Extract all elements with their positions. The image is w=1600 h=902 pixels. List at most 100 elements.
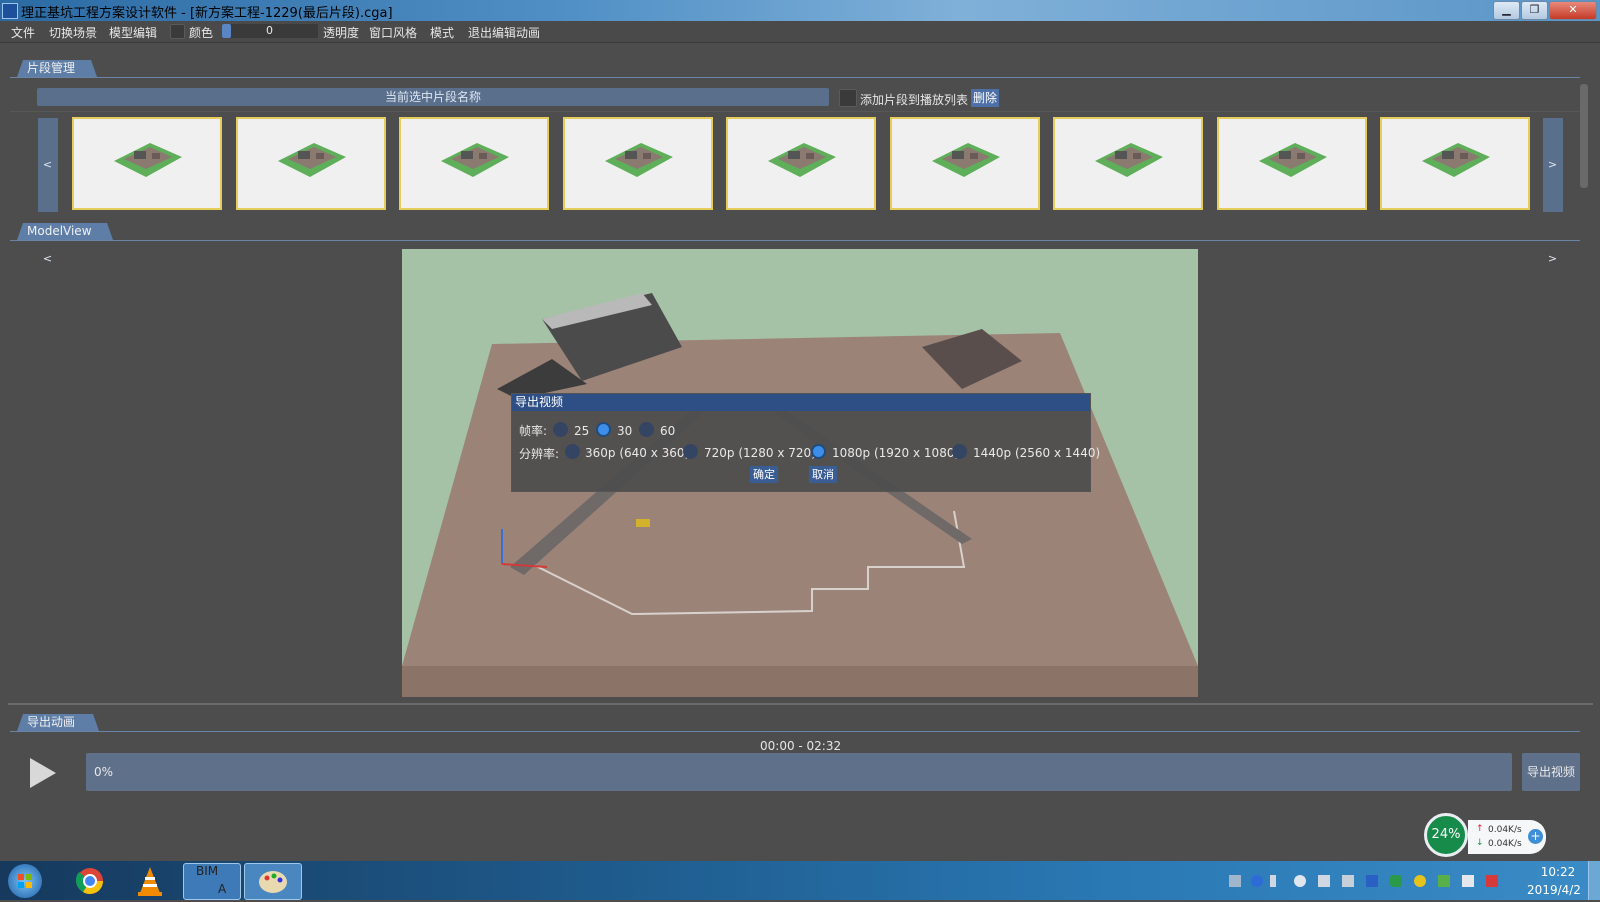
menu-bar: 文件 切换场景 模型编辑 颜色 0 透明度 窗口风格 模式 退出编辑动画 [0,21,1600,43]
volume-muted-icon[interactable] [1342,875,1354,887]
network-monitor-widget[interactable]: ↑ 0.04K/s ↓ 0.04K/s + 24% [1424,813,1546,859]
clip-thumbnail[interactable] [562,117,713,210]
clip-thumbnail[interactable] [399,117,549,210]
title-bar: 理正基坑工程方案设计软件 - [新方案工程-1229(最后片段).cga] ▁ … [0,0,1600,21]
taskbar: BIM A 10:22 2019/4/2 [0,861,1600,900]
flag-alert-icon[interactable] [1486,875,1498,887]
menu-model-edit[interactable]: 模型编辑 [109,24,157,41]
divider [10,240,1580,241]
clip-thumbnail[interactable] [1053,117,1203,210]
bim-app-taskbar-button[interactable]: BIM A [183,863,241,900]
download-speed: 0.04K/s [1488,839,1522,849]
clip-preview-icon [441,143,509,177]
tab-clip-manager[interactable]: 片段管理 [17,60,97,77]
clip-thumbnail[interactable] [726,117,876,210]
plus-security-icon[interactable] [1414,875,1426,887]
transparency-slider[interactable]: 0 [222,24,318,38]
slider-handle[interactable] [222,24,231,38]
clip-thumbnail[interactable] [889,117,1040,210]
time-range: 00:00 - 02:32 [760,739,842,753]
clip-thumbnail[interactable] [1216,117,1367,210]
add-to-playlist-label: 添加片段到播放列表 [860,93,969,107]
help-icon[interactable] [1251,875,1263,887]
paint-taskbar-button[interactable] [244,863,302,900]
input-method-icon[interactable] [1366,875,1378,887]
frame-rate-option: 30 [617,424,633,438]
menu-file[interactable]: 文件 [11,24,35,41]
chrome-taskbar-button[interactable] [62,863,118,898]
frame-rate-label: 帧率: [519,424,548,438]
cpu-percent: 24% [1424,813,1468,857]
export-video-button[interactable]: 导出视频 [1522,753,1580,791]
chrome-icon [75,868,104,895]
display-icon[interactable] [1462,875,1474,887]
update-icon[interactable] [1438,875,1450,887]
tab-export-animation[interactable]: 导出动画 [17,714,99,731]
clip-preview-icon [1258,143,1327,177]
upload-speed: 0.04K/s [1488,825,1522,835]
window-title: 理正基坑工程方案设计软件 - [新方案工程-1229(最后片段).cga] [21,6,393,21]
resolution-label: 分辨率: [519,447,560,461]
vlc-taskbar-button[interactable] [122,863,178,898]
menu-switch-scene[interactable]: 切换场景 [49,24,97,41]
keyboard-icon[interactable] [1229,875,1241,887]
resolution-radio-720p[interactable] [683,444,698,459]
divider [10,111,1580,112]
vertical-scrollbar[interactable] [1580,84,1588,188]
tab-model-view[interactable]: ModelView [17,223,113,240]
menu-mode[interactable]: 模式 [430,24,454,41]
dialog-title: 导出视频 [512,394,1090,411]
clip-preview-icon [604,143,673,177]
bim-label: BIM [196,864,219,878]
user-icon[interactable] [1294,875,1306,887]
current-clip-name-field[interactable]: 当前选中片段名称 [37,88,829,106]
play-button[interactable] [28,756,58,793]
resolution-option: 1080p (1920 x 1080) [832,446,960,460]
dialog-cancel-button[interactable]: 取消 [809,466,837,483]
minimize-button[interactable]: ▁ [1493,1,1520,20]
windows-logo-icon [18,874,32,888]
delete-clip-button[interactable]: 删除 [971,89,999,107]
clip-preview-icon [1095,143,1163,177]
export-progress-bar: 0% [86,753,1512,791]
tray-arrow-icon[interactable] [1270,875,1276,887]
clip-preview-icon [277,143,346,177]
network-icon[interactable] [1318,875,1330,887]
clip-thumbnail[interactable] [1380,117,1530,210]
clip-thumbnail[interactable] [72,117,222,210]
next-clips-button[interactable]: > > [1543,118,1563,265]
resolution-option: 360p (640 x 360) [585,446,690,460]
color-checkbox[interactable] [170,24,185,39]
resolution-option: 720p (1280 x 720) [704,446,816,460]
add-to-playlist-checkbox[interactable] [839,89,857,107]
clip-preview-icon [1422,143,1490,177]
frame-rate-radio-25[interactable] [553,422,568,437]
plus-icon[interactable]: + [1528,829,1543,844]
menu-window-style[interactable]: 窗口风格 [369,24,417,41]
resolution-radio-1080p[interactable] [811,444,826,459]
upload-arrow-icon: ↑ [1476,824,1484,834]
menu-transparency: 透明度 [323,26,360,40]
dialog-ok-button[interactable]: 确定 [750,466,778,483]
close-button[interactable]: ✕ [1549,1,1597,20]
menu-color: 颜色 [189,26,214,40]
clock-time[interactable]: 10:22 [1530,865,1586,879]
clip-thumbnail[interactable] [235,117,386,210]
frame-rate-radio-30[interactable] [596,422,611,437]
prev-clips-button[interactable]: < < [38,118,58,265]
maximize-button[interactable]: ❐ [1521,1,1548,20]
divider [10,77,1580,78]
transparency-value: 0 [266,24,273,37]
app-icon [2,3,18,19]
frame-rate-radio-60[interactable] [639,422,654,437]
shield-icon[interactable] [1390,875,1402,887]
menu-exit-edit-animation[interactable]: 退出编辑动画 [468,24,540,41]
bim-sub-label: A [218,882,227,896]
clock-date[interactable]: 2019/4/2 [1522,883,1586,897]
resolution-radio-1440p[interactable] [952,444,967,459]
net-speed-box: ↑ 0.04K/s ↓ 0.04K/s + [1468,820,1546,854]
show-desktop-button[interactable] [1588,861,1600,900]
start-button[interactable] [8,864,42,898]
resolution-radio-360p[interactable] [565,444,580,459]
divider [8,703,1593,705]
